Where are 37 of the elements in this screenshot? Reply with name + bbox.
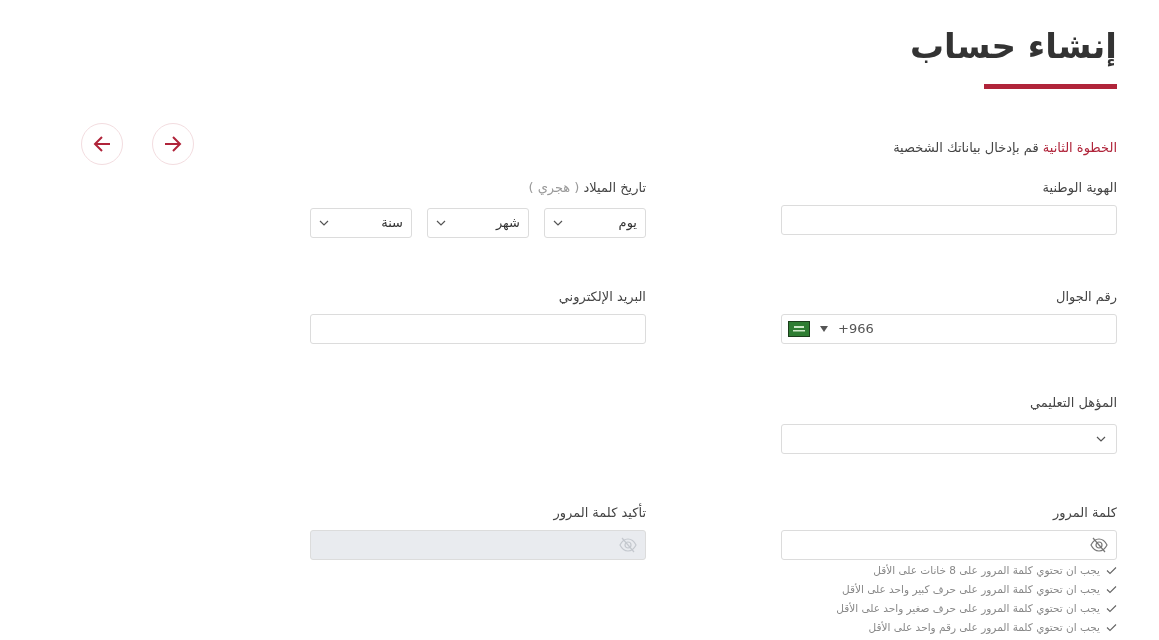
- chevron-down-icon: [1096, 436, 1106, 442]
- check-icon: [1106, 566, 1117, 575]
- arrow-left-icon: [93, 136, 111, 152]
- field-label: الهوية الوطنية: [1042, 179, 1117, 198]
- forward-button[interactable]: [81, 123, 123, 165]
- input-field[interactable]: [310, 314, 646, 344]
- password-rule: يجب ان تحتوي كلمة المرور على 8 خانات على الأقل: [873, 562, 1100, 579]
- flag-icon: [788, 321, 810, 337]
- back-button[interactable]: [152, 123, 194, 165]
- field-label: تأكيد كلمة المرور: [553, 503, 646, 523]
- password-rule: يجب ان تحتوي كلمة المرور على رقم واحد على الأقل: [868, 619, 1100, 636]
- step-instruction: الخطوة الثانية قم بإدخال بياناتك الشخصية: [893, 139, 1117, 158]
- dropdown-caret-icon[interactable]: [820, 326, 828, 332]
- date-select[interactable]: سنة: [310, 208, 412, 238]
- page-title: إنشاء حساب: [909, 25, 1117, 69]
- check-icon: [1106, 585, 1117, 594]
- input-field[interactable]: [781, 205, 1117, 235]
- phone-field[interactable]: +966: [781, 314, 1117, 344]
- field-label: تاريخ الميلاد: [583, 179, 646, 198]
- arrow-right-icon: [164, 136, 182, 152]
- education-select[interactable]: [781, 424, 1117, 454]
- field-label: المؤهل التعليمي: [1030, 394, 1117, 413]
- date-select[interactable]: يوم: [544, 208, 646, 238]
- password-rule: يجب ان تحتوي كلمة المرور على حرف صغير واحد على الأقل: [836, 600, 1100, 617]
- chevron-down-icon: [319, 220, 329, 226]
- password-rule: يجب ان تحتوي كلمة المرور على حرف كبير واحد على الأقل: [842, 581, 1100, 598]
- field-label: البريد الإلكتروني: [558, 288, 646, 307]
- field-label: كلمة المرور: [1053, 504, 1117, 523]
- chevron-down-icon: [553, 220, 563, 226]
- calendar-note: ( هجري ): [528, 179, 580, 198]
- field-label: رقم الجوال: [1056, 288, 1117, 307]
- check-icon: [1106, 604, 1117, 613]
- password-field[interactable]: [781, 530, 1117, 560]
- chevron-down-icon: [436, 220, 446, 226]
- date-select[interactable]: شهر: [427, 208, 529, 238]
- eye-off-icon[interactable]: [1090, 537, 1108, 553]
- check-icon: [1106, 623, 1117, 632]
